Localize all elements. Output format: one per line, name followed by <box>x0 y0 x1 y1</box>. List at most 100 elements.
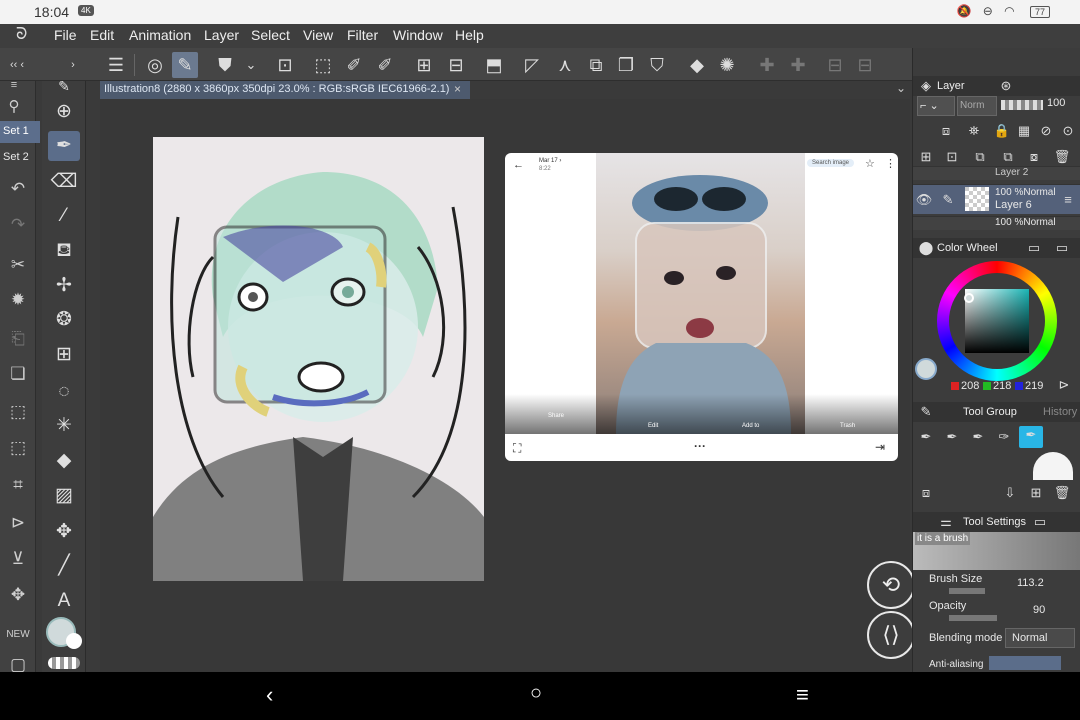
pen-subtool-icon[interactable]: ✒ <box>917 428 935 446</box>
rotate-canvas-button[interactable]: ⟲ <box>867 561 915 609</box>
opacity-slider[interactable] <box>949 615 997 621</box>
free-transform-icon[interactable]: ⊟ <box>443 52 469 78</box>
set-tab-2[interactable]: Set 2 <box>0 147 40 169</box>
more-button[interactable]: ··· <box>694 439 706 453</box>
copy-layer-icon[interactable]: ⧉ <box>971 148 989 166</box>
add-icon[interactable]: ✚ <box>754 52 780 78</box>
companion-mode-icon[interactable]: ◎ <box>142 52 168 78</box>
airbrush-icon[interactable]: ⛾ <box>48 236 80 266</box>
new-folder-icon[interactable]: ⊡ <box>943 148 961 166</box>
search-image-chip[interactable]: Search image <box>807 159 855 167</box>
line-icon[interactable]: ╱ <box>48 551 80 581</box>
layer-row[interactable]: Layer 2 <box>913 166 1080 180</box>
delete-subtool-icon[interactable]: 🗑 <box>1053 484 1071 502</box>
bucket-icon[interactable]: ⛊ <box>212 52 238 78</box>
import-icon[interactable]: ⇩ <box>1001 484 1019 502</box>
smart-edit-icon[interactable]: ✎ <box>172 52 198 78</box>
paste-icon[interactable]: ⎗ <box>6 327 30 351</box>
crop-icon[interactable]: ⬚ <box>6 436 30 460</box>
fullscreen-icon[interactable]: ⛶ <box>513 441 521 456</box>
exit-icon[interactable]: ⇥ <box>875 440 885 454</box>
decoration-icon[interactable]: ✢ <box>48 271 80 301</box>
pen-tool-icon[interactable]: ✒ <box>48 131 80 161</box>
hamburger-menu-icon[interactable]: ☰ <box>103 52 129 78</box>
fill-icon[interactable]: ◆ <box>48 446 80 476</box>
copy-layer-icon[interactable]: ⧉ <box>583 52 609 78</box>
list-icon[interactable]: ⊟ <box>852 52 878 78</box>
sub-color-swatch[interactable] <box>66 633 82 649</box>
red-value[interactable]: 208 <box>961 380 979 392</box>
set-tab-1[interactable]: Set 1 <box>0 121 40 143</box>
open-folder-icon[interactable]: ⊡ <box>272 52 298 78</box>
frame-icon[interactable]: ⊞ <box>48 340 80 370</box>
blend-mode-dropdown[interactable]: Norm <box>957 96 997 116</box>
opacity-value[interactable]: 90 <box>1033 604 1045 616</box>
pencil-subtool-icon[interactable]: ✒ <box>943 428 961 446</box>
spinner-icon[interactable]: ✹ <box>6 288 30 312</box>
menu-animation[interactable]: Animation <box>129 27 191 43</box>
gradient-icon[interactable]: ▨ <box>48 481 80 511</box>
menu-filter[interactable]: Filter <box>347 27 378 43</box>
menu-select[interactable]: Select <box>251 27 290 43</box>
brush-subtool-icon[interactable]: ✒ <box>969 428 987 446</box>
text-icon[interactable]: A <box>48 586 80 616</box>
delete-layer-icon[interactable]: 🗑 <box>1053 148 1071 166</box>
history-tab[interactable]: History <box>1043 406 1077 418</box>
download-icon[interactable]: ⊕ <box>48 97 80 127</box>
back-arrow-icon[interactable]: ← <box>513 159 524 171</box>
detail-icon[interactable]: ▭ <box>1031 513 1049 531</box>
star-icon[interactable]: ☆ <box>865 157 875 170</box>
zoom-icon[interactable]: ⚲ <box>2 95 26 119</box>
recents-button-icon[interactable]: ≡ <box>796 682 809 708</box>
menu-help[interactable]: Help <box>455 27 484 43</box>
duplicate-subtool-icon[interactable]: ⊞ <box>1027 484 1045 502</box>
lock-alpha-icon[interactable]: ▦ <box>1015 122 1033 140</box>
lock-icon[interactable]: 🔒 <box>993 122 1011 140</box>
chevron-down-icon[interactable]: ⌄ <box>238 52 264 78</box>
saturation-square[interactable] <box>965 289 1029 353</box>
eye-icon[interactable]: 👁 <box>915 191 933 209</box>
menu-file[interactable]: File <box>54 27 77 43</box>
brush-size-value[interactable]: 113.2 <box>1017 577 1044 589</box>
color-set-tab-icon[interactable]: ▭ <box>1053 239 1071 257</box>
new-icon[interactable]: NEW <box>6 623 30 647</box>
app-logo-icon[interactable]: ᘐ <box>16 26 27 44</box>
flip-vertical-icon[interactable]: ⊻ <box>6 547 30 571</box>
eraser-icon[interactable]: ⌫ <box>48 167 80 197</box>
blend-icon[interactable]: ❂ <box>48 305 80 335</box>
flip-horizontal-icon[interactable]: ⊳ <box>6 511 30 535</box>
layer-row-selected[interactable]: 👁 ✎ 100 %Normal Layer 6 ≡ <box>913 184 1080 214</box>
move-layer-icon[interactable]: ✥ <box>6 583 30 607</box>
brush-size-slider[interactable] <box>949 588 985 594</box>
pen-line-icon[interactable]: ✐ <box>341 52 367 78</box>
color-picker-cursor[interactable] <box>964 293 974 303</box>
merge-layer-icon[interactable]: ⧉ <box>999 148 1017 166</box>
opacity-value[interactable]: 100 <box>1047 97 1065 109</box>
grid-icon[interactable]: ⊟ <box>822 52 848 78</box>
layer-mask-icon[interactable]: ⧇ <box>1025 148 1043 166</box>
transform-icon[interactable]: ⌗ <box>6 473 30 497</box>
blue-value[interactable]: 219 <box>1025 380 1043 392</box>
pen-erase-icon[interactable]: ✐ <box>372 52 398 78</box>
transparent-color-swatch[interactable] <box>48 657 80 669</box>
loading-icon[interactable]: ✺ <box>714 52 740 78</box>
transform-icon[interactable]: ⊞ <box>411 52 437 78</box>
more-vert-icon[interactable]: ⋮ <box>885 157 896 170</box>
mesh-icon[interactable]: ⬒ <box>481 52 507 78</box>
menu-icon[interactable]: ≡ <box>2 73 26 97</box>
color-layer-icon[interactable]: ⊘ <box>1037 122 1055 140</box>
reference-image-window[interactable]: ← Mar 17 › 8:22 Search image ☆ ⋮ Share E… <box>505 153 898 461</box>
menu-edit[interactable]: Edit <box>90 27 114 43</box>
move-icon[interactable]: ✥ <box>48 517 80 547</box>
pen-layer-icon[interactable]: ✎ <box>939 191 957 209</box>
mask-toggle-icon[interactable]: ⊙ <box>1059 122 1077 140</box>
color-mode-icon[interactable]: ⊳ <box>1055 376 1073 394</box>
menu-view[interactable]: View <box>303 27 333 43</box>
new-raster-layer-icon[interactable]: ⊞ <box>917 148 935 166</box>
eyedropper-icon[interactable]: ⁄ <box>48 201 80 231</box>
mask-icon[interactable]: ⛉ <box>644 52 670 78</box>
current-color-swatch[interactable] <box>915 358 937 380</box>
reference-layer-icon[interactable]: ⛯ <box>965 122 983 140</box>
subtract-icon[interactable]: ✚ <box>785 52 811 78</box>
artwork-canvas[interactable] <box>153 137 484 581</box>
